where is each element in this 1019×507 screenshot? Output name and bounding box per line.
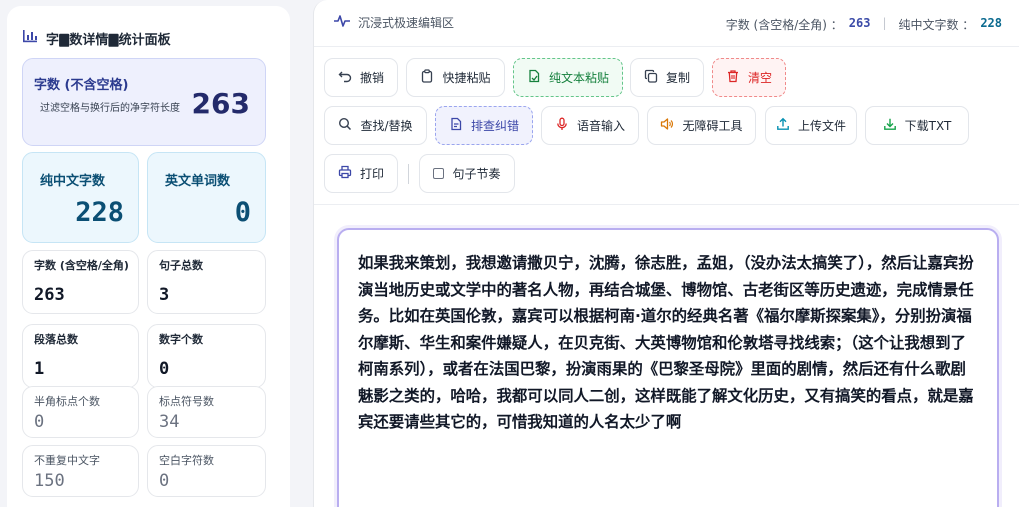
whitespace-card: 空白字符数 0 — [147, 445, 266, 497]
unique-chinese-label: 不重复中文字 — [34, 454, 100, 467]
quick-paste-label: 快捷粘贴 — [442, 71, 491, 85]
print-button[interactable]: 打印 — [324, 154, 398, 193]
pure-chinese-value: 228 — [75, 197, 124, 228]
header-pure-value: 228 — [980, 16, 1002, 30]
pulse-icon — [334, 14, 350, 31]
paragraphs-value: 1 — [34, 359, 45, 379]
voice-input-button[interactable]: 语音输入 — [541, 106, 639, 145]
sentences-card: 句子总数 3 — [147, 250, 266, 314]
paragraphs-label: 段落总数 — [34, 333, 78, 346]
find-replace-button[interactable]: 查找/替换 — [324, 106, 427, 145]
with-spaces-value: 263 — [34, 285, 65, 305]
copy-button[interactable]: 复制 — [630, 58, 704, 97]
main-count-description: 过滤空格与换行后的净字符长度 — [40, 103, 180, 114]
stats-panel-title: 字🀫数详情🀫统计面板 — [46, 32, 171, 48]
speaker-icon — [660, 117, 674, 134]
sentence-rhythm-label: 句子节奏 — [452, 167, 501, 181]
editor-title: 沉浸式极速编辑区 — [358, 16, 455, 30]
undo-label: 撤销 — [359, 71, 384, 85]
plain-paste-label: 纯文本粘贴 — [548, 71, 609, 85]
toolbar: 撤销 快捷粘贴 纯文本粘贴 复制 清空 查找/替换 排查纠错 语音输入 无障碍工… — [314, 47, 1019, 205]
upload-label: 上传文件 — [797, 119, 846, 133]
whitespace-label: 空白字符数 — [159, 454, 214, 467]
sentence-rhythm-toggle[interactable]: 句子节奏 — [419, 154, 515, 193]
print-label: 打印 — [359, 167, 384, 181]
halfwidth-punct-value: 0 — [34, 412, 45, 432]
proofread-label: 排查纠错 — [470, 119, 519, 133]
find-replace-label: 查找/替换 — [360, 119, 413, 133]
punct-label: 标点符号数 — [159, 395, 214, 408]
digits-card: 数字个数 0 — [147, 324, 266, 388]
main-count-label: 字数 (不含空格) — [34, 78, 129, 93]
undo-icon — [338, 69, 352, 86]
copy-label: 复制 — [665, 71, 690, 85]
pure-chinese-card: 纯中文字数 228 — [22, 152, 139, 243]
paragraphs-card: 段落总数 1 — [22, 324, 139, 388]
english-words-label: 英文单词数 — [165, 174, 231, 189]
pure-chinese-label: 纯中文字数 — [40, 174, 106, 189]
download-icon — [883, 117, 897, 134]
undo-button[interactable]: 撤销 — [324, 58, 398, 97]
accessibility-label: 无障碍工具 — [682, 119, 743, 133]
header-stats: 字数 (含空格/全角) ： 263 | 纯中文字数 ： 228 — [726, 16, 1002, 33]
proofread-button[interactable]: 排查纠错 — [435, 106, 533, 145]
header-count-value: 263 — [848, 16, 871, 30]
editor-title-group: 沉浸式极速编辑区 — [334, 14, 454, 31]
editor-panel: 沉浸式极速编辑区 字数 (含空格/全角) ： 263 | 纯中文字数 ： 228… — [313, 0, 1019, 507]
clipboard-icon — [420, 69, 434, 86]
english-words-value: 0 — [234, 197, 251, 228]
search-icon — [338, 117, 352, 134]
sentences-label: 句子总数 — [159, 259, 203, 272]
digits-value: 0 — [159, 359, 170, 379]
clear-button[interactable]: 清空 — [712, 58, 786, 97]
english-words-card: 英文单词数 0 — [147, 152, 266, 243]
digits-label: 数字个数 — [159, 333, 203, 346]
editor-textarea[interactable]: 如果我来策划，我想邀请撒贝宁，沈腾，徐志胜，孟姐，（没办法太搞笑了），然后让嘉宾… — [337, 228, 999, 507]
voice-input-label: 语音输入 — [576, 119, 625, 133]
accessibility-button[interactable]: 无障碍工具 — [647, 106, 756, 145]
header-count-label: 字数 (含空格/全角) ： — [725, 18, 843, 32]
main-count-card: 字数 (不含空格) 过滤空格与换行后的净字符长度 263 — [22, 58, 266, 146]
proofread-icon — [449, 117, 463, 134]
whitespace-value: 0 — [159, 471, 170, 491]
plain-paste-button[interactable]: 纯文本粘贴 — [513, 58, 623, 97]
copy-icon — [644, 69, 658, 86]
punct-value: 34 — [159, 412, 180, 432]
main-count-value: 263 — [191, 87, 250, 120]
editor-content[interactable]: 如果我来策划，我想邀请撒贝宁，沈腾，徐志胜，孟姐，（没办法太搞笑了），然后让嘉宾… — [358, 250, 978, 436]
halfwidth-punct-label: 半角标点个数 — [34, 395, 100, 408]
stats-panel: 字🀫数详情🀫统计面板 字数 (不含空格) 过滤空格与换行后的净字符长度 263 … — [7, 6, 290, 507]
download-txt-button[interactable]: 下载TXT — [865, 106, 969, 145]
printer-icon — [338, 165, 352, 182]
upload-icon — [776, 117, 790, 134]
chart-icon — [22, 28, 38, 48]
halfwidth-punct-card: 半角标点个数 0 — [22, 386, 139, 438]
punct-card: 标点符号数 34 — [147, 386, 266, 438]
with-spaces-label: 字数 (含空格/全角) — [34, 259, 129, 272]
upload-file-button[interactable]: 上传文件 — [765, 106, 857, 145]
toolbar-divider — [408, 164, 409, 184]
unique-chinese-card: 不重复中文字 150 — [22, 445, 139, 497]
editor-header: 沉浸式极速编辑区 字数 (含空格/全角) ： 263 | 纯中文字数 ： 228 — [314, 0, 1019, 47]
header-pure-label: 纯中文字数 ： — [898, 18, 975, 32]
download-label: 下载TXT — [904, 119, 952, 133]
clear-label: 清空 — [747, 71, 772, 85]
header-separator: | — [882, 16, 887, 30]
sentences-value: 3 — [159, 285, 170, 305]
paste-plain-icon — [527, 69, 541, 86]
sentence-rhythm-checkbox[interactable] — [433, 168, 445, 179]
trash-icon — [726, 69, 740, 86]
mic-icon — [555, 117, 569, 134]
stats-panel-header: 字🀫数详情🀫统计面板 — [22, 28, 171, 48]
unique-chinese-value: 150 — [34, 471, 65, 491]
with-spaces-card: 字数 (含空格/全角) 263 — [22, 250, 139, 314]
quick-paste-button[interactable]: 快捷粘贴 — [406, 58, 505, 97]
